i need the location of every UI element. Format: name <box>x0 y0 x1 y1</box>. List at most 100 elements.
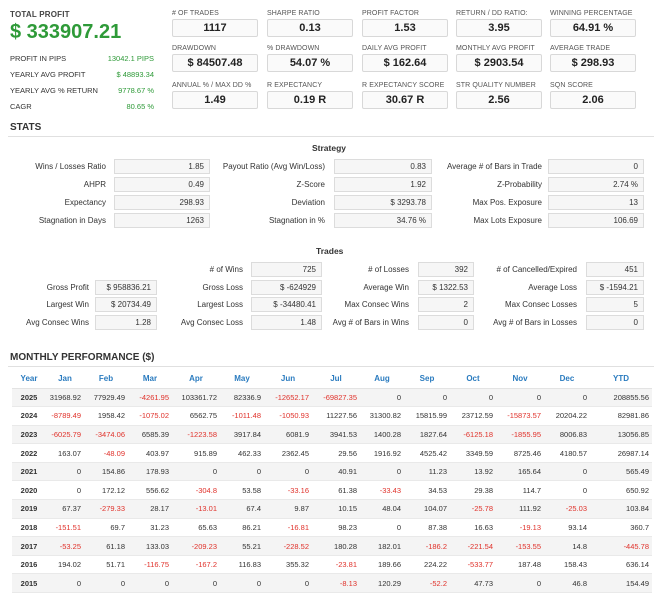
month-value-cell: 1400.28 <box>360 425 404 445</box>
metric-card: R EXPECTANCY 0.19 R <box>267 82 353 109</box>
strategy-stat-value: $ 3293.78 <box>334 195 432 210</box>
yearly-avg-profit-label: YEARLY AVG PROFIT <box>10 70 86 79</box>
month-value-cell: 111.92 <box>496 499 544 519</box>
month-value-cell: 82336.9 <box>220 388 264 408</box>
month-value-cell: 1827.64 <box>404 425 450 445</box>
column-header[interactable]: Mar <box>128 370 172 389</box>
month-value-cell: 650.92 <box>590 480 652 501</box>
month-value-cell: 6081.9 <box>264 425 312 445</box>
month-value-cell: 0 <box>46 573 84 594</box>
metric-card: # OF TRADES 1117 <box>172 10 258 37</box>
yearly-avg-return-row: YEARLY AVG % RETURN 9778.67 % <box>10 83 154 98</box>
month-value-cell: 172.12 <box>84 480 128 501</box>
month-value-cell: -25.78 <box>450 499 496 519</box>
month-value-cell: 0 <box>46 480 84 501</box>
month-value-cell: 0 <box>404 388 450 408</box>
month-value-cell: 31.23 <box>128 518 172 538</box>
trades-stat-value: 725 <box>251 262 322 277</box>
year-cell: 2016 <box>12 555 46 575</box>
month-value-cell: -4261.95 <box>128 388 172 408</box>
column-header[interactable]: May <box>220 370 264 389</box>
month-value-cell: 29.38 <box>450 480 496 501</box>
strategy-stat-value: 298.93 <box>114 195 210 210</box>
column-header[interactable]: Year <box>12 370 46 389</box>
trades-stat-value: $ -624929 <box>251 280 322 295</box>
month-value-cell: 29.56 <box>312 443 360 463</box>
trades-stat-label: # of Cancelled/Expired <box>496 265 578 274</box>
summary-panel: TOTAL PROFIT $ 333907.21 PROFIT IN PIPS … <box>0 0 658 114</box>
strategy-stat-value: 1.85 <box>114 159 210 174</box>
yearly-avg-return-label: YEARLY AVG % RETURN <box>10 86 98 95</box>
total-profit-block: TOTAL PROFIT $ 333907.21 PROFIT IN PIPS … <box>10 10 154 114</box>
month-value-cell: 915.89 <box>172 443 220 463</box>
metric-card: DAILY AVG PROFIT $ 162.64 <box>362 45 448 72</box>
month-value-cell: 40.91 <box>312 462 360 482</box>
trades-stat-value: $ -34480.41 <box>251 297 322 312</box>
month-value-cell: 133.03 <box>128 536 172 556</box>
month-value-cell: -228.52 <box>264 536 312 556</box>
trades-stat-label: Largest Loss <box>197 300 243 309</box>
metric-value: 2.06 <box>550 91 636 109</box>
month-value-cell: 104.07 <box>404 499 450 519</box>
column-header[interactable]: YTD <box>590 370 652 389</box>
strategy-stat-label: Average # of Bars in Trade <box>446 162 542 171</box>
metric-value: $ 298.93 <box>550 54 636 72</box>
trades-stat-label: Largest Win <box>46 300 89 309</box>
table-row: 2015 0 0 0 0 0 0 -8.13 120.29 -52.2 47.73 0 46.8 154.… <box>12 573 652 594</box>
month-value-cell: -445.78 <box>590 536 652 556</box>
month-value-cell: 46.8 <box>544 573 590 594</box>
month-value-cell: -13.01 <box>172 499 220 519</box>
month-value-cell: -3474.06 <box>84 425 128 445</box>
month-value-cell: -8789.49 <box>46 406 84 426</box>
table-row: 2024 -8789.49 1958.42 -1075.02 6562.75 -1011.… <box>12 406 652 426</box>
column-header[interactable]: Feb <box>84 370 128 389</box>
month-value-cell: 224.22 <box>404 555 450 575</box>
month-value-cell: 154.86 <box>84 462 128 482</box>
month-value-cell: -151.51 <box>46 518 84 538</box>
metric-label: % DRAWDOWN <box>267 45 320 52</box>
column-header[interactable]: Aug <box>360 370 404 389</box>
column-header[interactable]: Jan <box>46 370 84 389</box>
column-header[interactable]: Dec <box>544 370 590 389</box>
column-header[interactable]: Oct <box>450 370 496 389</box>
trades-stat-label: Gross Loss <box>202 283 243 292</box>
month-value-cell: -12652.17 <box>264 388 312 408</box>
trades-stat-label: Max Consec Losses <box>504 300 577 309</box>
strategy-stat-label: Stagnation in % <box>268 216 325 225</box>
column-header[interactable]: Nov <box>496 370 544 389</box>
table-row: 2020 0 172.12 556.62 -304.8 53.58 -33.16 61.38-… <box>12 480 652 501</box>
cagr-label: CAGR <box>10 102 32 111</box>
month-value-cell: 13.92 <box>450 462 496 482</box>
month-value-cell: 61.18 <box>84 536 128 556</box>
metric-label: ANNUAL % / MAX DD % <box>172 82 252 89</box>
strategy-stat-value: 0.49 <box>114 177 210 192</box>
metric-card: ANNUAL % / MAX DD % 1.49 <box>172 82 258 109</box>
year-cell: 2018 <box>12 518 46 538</box>
month-value-cell: -221.54 <box>450 536 496 556</box>
month-value-cell: -16.81 <box>264 518 312 538</box>
strategy-stat-value: 0.83 <box>334 159 432 174</box>
trades-stat-value: 392 <box>418 262 474 277</box>
month-value-cell: -15873.57 <box>496 406 544 426</box>
month-value-cell: 11227.56 <box>312 406 360 426</box>
month-value-cell: 6585.39 <box>128 425 172 445</box>
month-value-cell: 0 <box>450 388 496 408</box>
trades-stat-value: 451 <box>586 262 644 277</box>
month-value-cell: 26987.14 <box>590 443 652 463</box>
month-value-cell: 53.58 <box>220 480 264 501</box>
column-header[interactable]: Sep <box>404 370 450 389</box>
year-cell: 2020 <box>12 480 46 501</box>
month-value-cell: 2362.45 <box>264 443 312 463</box>
month-value-cell: 11.23 <box>404 462 450 482</box>
month-value-cell: -1075.02 <box>128 406 172 426</box>
month-value-cell: -33.16 <box>264 480 312 501</box>
metric-label: # OF TRADES <box>172 10 219 17</box>
month-value-cell: 67.4 <box>220 499 264 519</box>
month-value-cell: -53.25 <box>46 536 84 556</box>
month-value-cell: 31968.92 <box>46 388 84 408</box>
column-header[interactable]: Jul <box>312 370 360 389</box>
column-header[interactable]: Jun <box>264 370 312 389</box>
month-value-cell: -279.33 <box>84 499 128 519</box>
column-header[interactable]: Apr <box>172 370 220 389</box>
month-value-cell: 8725.46 <box>496 443 544 463</box>
